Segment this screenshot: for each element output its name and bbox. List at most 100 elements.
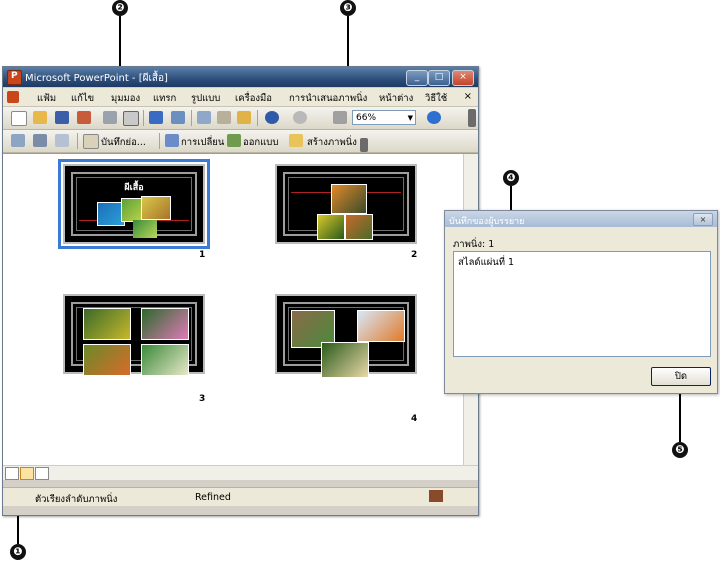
status-view: ตัวเรียงลำดับภาพนิ่ง (35, 494, 118, 505)
notes-text: สไลด์แผ่นที่ 1 (458, 257, 515, 268)
new-document-icon[interactable] (11, 111, 27, 126)
butterfly-photo (141, 196, 171, 220)
powerpoint-app-icon[interactable] (7, 70, 22, 85)
menu-file[interactable]: แฟ้ม (37, 91, 56, 106)
menu-view[interactable]: มุมมอง (111, 91, 140, 106)
rehearse-timings-icon[interactable] (33, 134, 47, 147)
standard-toolbar: 66% ▼ (3, 107, 478, 130)
new-slide-button[interactable]: สร้างภาพนิ่ง (307, 135, 357, 150)
view-buttons-bar (3, 465, 478, 480)
menu-tools[interactable]: เครื่องมือ (235, 91, 272, 106)
open-folder-icon[interactable] (33, 111, 47, 124)
butterfly-photo (357, 310, 405, 342)
slide-number-4: 4 (411, 414, 418, 424)
document-icon[interactable] (7, 91, 19, 103)
transition-button[interactable]: การเปลี่ยน (181, 135, 224, 150)
butterfly-photo (321, 342, 369, 378)
slide-number-2: 2 (411, 250, 418, 260)
chevron-down-icon: ▼ (407, 114, 413, 122)
butterfly-photo (133, 220, 157, 238)
butterfly-photo (141, 344, 189, 376)
normal-view-icon[interactable] (5, 467, 19, 480)
spelling-status-icon[interactable] (429, 490, 443, 502)
zoom-value: 66% (356, 113, 377, 123)
menu-window[interactable]: หน้าต่าง (379, 91, 413, 106)
close-button[interactable]: × (452, 70, 474, 86)
notes-button[interactable]: บันทึกย่อ... (101, 135, 146, 150)
format-painter-icon[interactable] (237, 111, 251, 124)
callout-1: ❶ (10, 544, 26, 560)
design-button[interactable]: ออกแบบ (243, 135, 278, 150)
slide-thumbnail-4[interactable] (275, 294, 417, 378)
insert-chart-icon[interactable] (333, 111, 347, 124)
slide-number-3: 3 (199, 394, 206, 404)
maximize-button[interactable]: □ (428, 70, 450, 86)
butterfly-photo (331, 184, 367, 214)
transition-icon[interactable] (165, 134, 179, 147)
separator (77, 133, 78, 149)
redo-icon[interactable] (293, 111, 307, 124)
slide-thumbnail-1[interactable]: ผีเสื้อ (58, 159, 210, 249)
notes-icon[interactable] (83, 134, 99, 149)
permission-icon[interactable] (77, 111, 91, 124)
menu-bar: แฟ้ม แก้ไข มุมมอง แทรก รูปแบบ เครื่องมือ… (3, 88, 478, 107)
slide-label: ภาพนิ่ง: 1 (453, 239, 495, 250)
butterfly-photo (317, 214, 345, 240)
copy-icon[interactable] (197, 111, 211, 124)
undo-icon[interactable] (265, 111, 279, 124)
callout-3: ❸ (340, 0, 356, 16)
notes-textarea[interactable]: สไลด์แผ่นที่ 1 (453, 251, 711, 357)
design-icon[interactable] (227, 134, 241, 147)
callout-5-line (679, 390, 681, 442)
butterfly-photo (83, 344, 131, 376)
slide-show-view-icon[interactable] (35, 467, 49, 480)
research-icon[interactable] (171, 111, 185, 124)
dialog-title-bar[interactable]: บันทึกของผู้บรรยาย × (445, 211, 717, 227)
menu-format[interactable]: รูปแบบ (191, 91, 220, 106)
close-dialog-button[interactable]: ปิด (651, 367, 711, 386)
toolbar-options-grip[interactable] (360, 138, 368, 152)
status-design: Refined (195, 492, 231, 503)
menu-insert[interactable]: แทรก (153, 91, 176, 106)
minimize-button[interactable]: _ (406, 70, 428, 86)
new-slide-icon[interactable] (289, 134, 303, 147)
print-preview-icon[interactable] (123, 111, 139, 126)
separator (143, 110, 144, 126)
powerpoint-window: Microsoft PowerPoint - [ผีเสื้อ] _ □ × แ… (2, 66, 479, 516)
spelling-icon[interactable] (149, 111, 163, 124)
title-bar[interactable]: Microsoft PowerPoint - [ผีเสื้อ] _ □ × (3, 67, 478, 87)
document-close-icon[interactable]: × (464, 91, 472, 102)
callout-4: ❹ (503, 170, 519, 186)
butterfly-photo (83, 308, 131, 340)
butterfly-photo (141, 308, 189, 340)
menu-slideshow[interactable]: การนำเสนอภาพนิ่ง (289, 91, 367, 106)
speaker-notes-dialog: บันทึกของผู้บรรยาย × ภาพนิ่ง: 1 สไลด์แผ่… (444, 210, 718, 394)
dialog-close-button[interactable]: × (693, 213, 713, 226)
slide-title: ผีเสื้อ (124, 183, 144, 193)
dialog-title: บันทึกของผู้บรรยาย (449, 217, 525, 227)
separator (257, 110, 258, 126)
hide-slide-icon[interactable] (11, 134, 25, 147)
status-bar: ตัวเรียงลำดับภาพนิ่ง Refined (3, 487, 478, 506)
window-title: Microsoft PowerPoint - [ผีเสื้อ] (25, 73, 168, 84)
butterfly-photo (345, 214, 373, 240)
menu-edit[interactable]: แก้ไข (71, 91, 94, 106)
print-icon[interactable] (103, 111, 117, 124)
menu-help[interactable]: วิธีใช้ (425, 91, 447, 106)
callout-5: ❺ (672, 442, 688, 458)
separator (191, 110, 192, 126)
paste-icon[interactable] (217, 111, 231, 124)
slide-sorter-view-icon[interactable] (20, 467, 34, 480)
slide-number-1: 1 (199, 250, 206, 260)
summary-slide-icon[interactable] (55, 134, 69, 147)
save-icon[interactable] (55, 111, 69, 124)
slide-thumbnail-2[interactable] (275, 164, 417, 244)
slide-sorter-area: ผีเสื้อ 1 2 3 4 (3, 153, 478, 466)
help-icon[interactable] (427, 111, 441, 124)
separator (159, 133, 160, 149)
zoom-select[interactable]: 66% ▼ (352, 110, 416, 125)
toolbar-options-grip[interactable] (468, 109, 476, 127)
slide-sorter-toolbar: บันทึกย่อ... การเปลี่ยน ออกแบบ สร้างภาพน… (3, 130, 478, 153)
callout-2: ❷ (112, 0, 128, 16)
slide-thumbnail-3[interactable] (63, 294, 205, 376)
